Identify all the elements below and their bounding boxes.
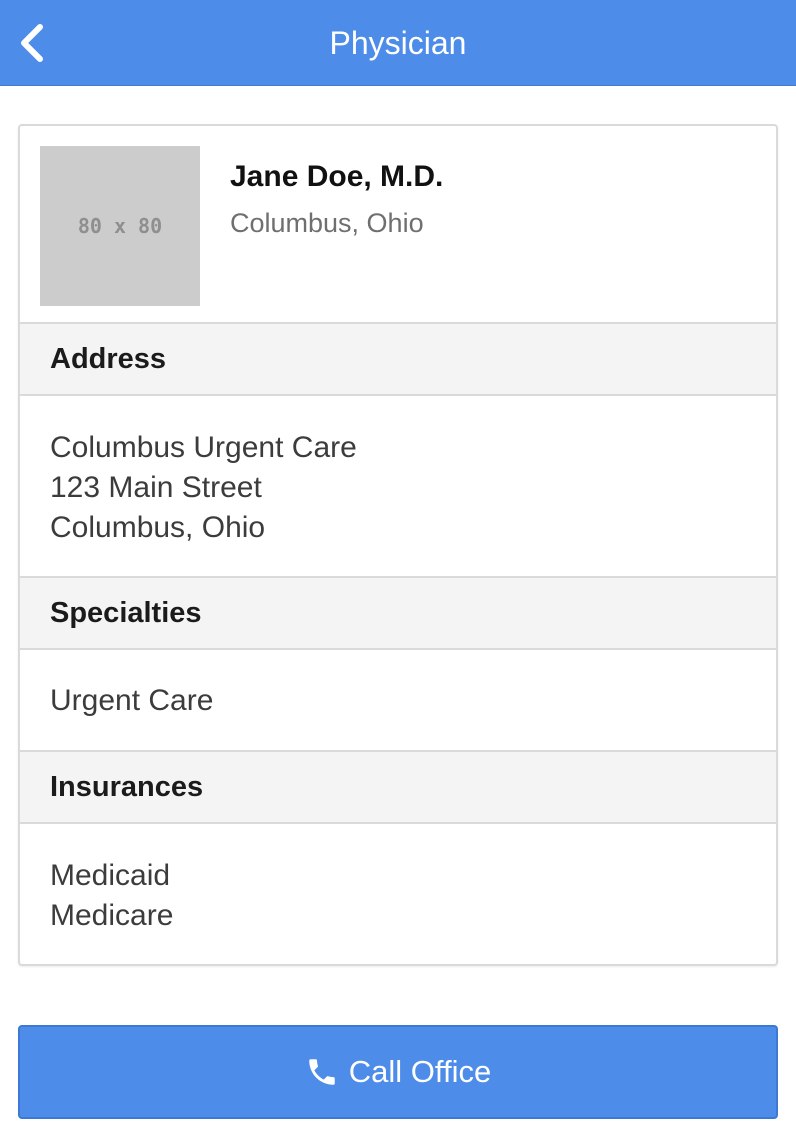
physician-profile: 80 x 80 Jane Doe, M.D. Columbus, Ohio [20, 126, 776, 324]
physician-card: 80 x 80 Jane Doe, M.D. Columbus, Ohio Ad… [18, 124, 778, 966]
specialties-body: Urgent Care [20, 650, 776, 752]
insurances-body: Medicaid Medicare [20, 824, 776, 964]
address-line: 123 Main Street [50, 471, 262, 504]
physician-name: Jane Doe, M.D. [230, 160, 444, 193]
call-office-button[interactable]: Call Office [18, 1025, 778, 1119]
physician-photo-placeholder: 80 x 80 [40, 146, 200, 306]
insurances-header: Insurances [20, 752, 776, 824]
nav-bar: Physician [0, 0, 796, 86]
address-body: Columbus Urgent Care 123 Main Street Col… [20, 396, 776, 578]
specialty-item: Urgent Care [50, 684, 214, 717]
address-line: Columbus, Ohio [50, 511, 266, 544]
physician-location: Columbus, Ohio [230, 208, 424, 238]
insurance-item: Medicaid [50, 859, 171, 892]
phone-icon [309, 1059, 335, 1085]
address-header: Address [20, 324, 776, 396]
page-title: Physician [329, 25, 467, 61]
address-line: Columbus Urgent Care [50, 431, 357, 464]
call-office-label: Call Office [348, 1054, 492, 1089]
insurance-item: Medicare [50, 899, 174, 932]
specialties-header: Specialties [20, 578, 776, 650]
